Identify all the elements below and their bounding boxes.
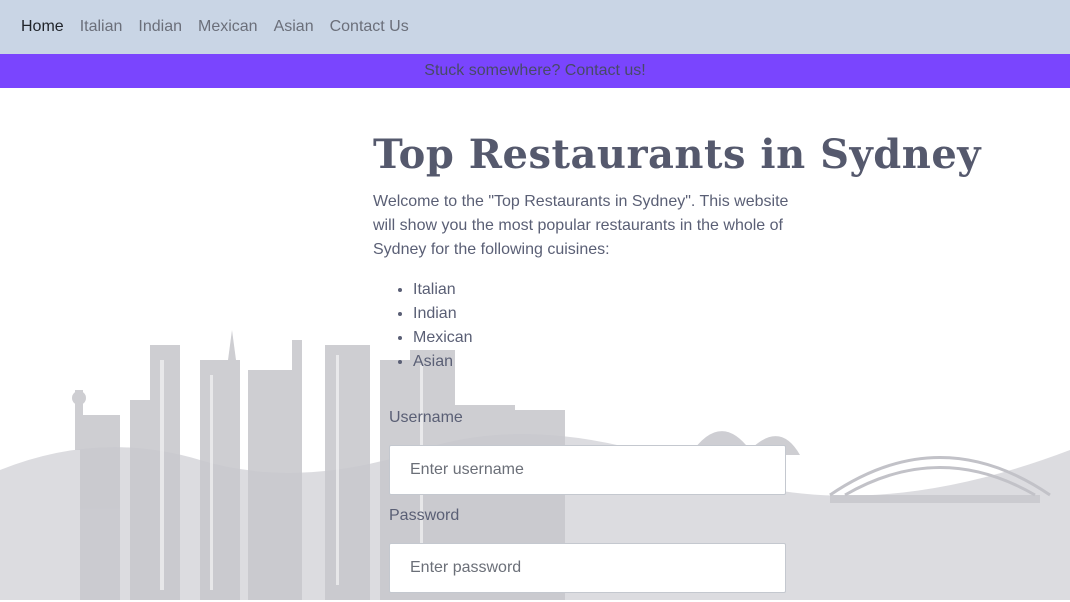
top-navbar: Home Italian Indian Mexican Asian Contac… bbox=[0, 0, 1070, 54]
username-input[interactable] bbox=[389, 445, 786, 495]
password-label: Password bbox=[389, 507, 460, 524]
nav-contact-link[interactable]: Contact Us bbox=[330, 18, 409, 36]
cuisine-item: Mexican bbox=[413, 326, 803, 350]
cuisine-list: Italian Indian Mexican Asian bbox=[373, 278, 803, 374]
cuisine-item: Italian bbox=[413, 278, 803, 302]
cuisine-item: Asian bbox=[413, 350, 803, 374]
nav-mexican-link[interactable]: Mexican bbox=[198, 18, 258, 36]
password-input[interactable] bbox=[389, 543, 786, 593]
nav-asian-link[interactable]: Asian bbox=[274, 18, 314, 36]
main-content: Top Restaurants in Sydney Welcome to the… bbox=[373, 128, 982, 374]
login-form: Username Password bbox=[389, 406, 786, 602]
nav-italian-link[interactable]: Italian bbox=[80, 18, 123, 36]
contact-banner: Stuck somewhere? Contact us! bbox=[0, 54, 1070, 88]
nav-home-link[interactable]: Home bbox=[21, 18, 64, 36]
page-title: Top Restaurants in Sydney bbox=[373, 131, 982, 178]
cuisine-item: Indian bbox=[413, 302, 803, 326]
nav-indian-link[interactable]: Indian bbox=[138, 18, 182, 36]
intro-paragraph: Welcome to the "Top Restaurants in Sydne… bbox=[373, 193, 789, 258]
contact-banner-link[interactable]: Stuck somewhere? Contact us! bbox=[424, 62, 645, 80]
username-label: Username bbox=[389, 409, 463, 426]
